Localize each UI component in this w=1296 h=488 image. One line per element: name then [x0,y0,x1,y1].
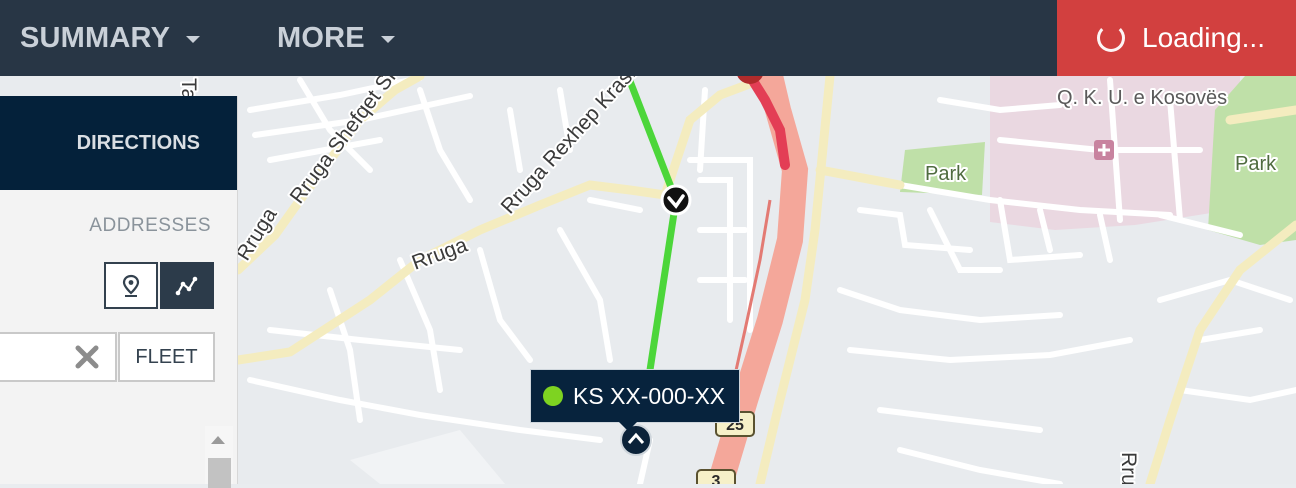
vehicle-status-dot [543,386,563,406]
poi-label: Park [925,163,967,185]
fleet-button[interactable]: FLEET [118,332,215,382]
addresses-label: ADDRESSES [89,215,211,236]
address-mode-button[interactable] [104,262,158,309]
chevron-down-icon [186,35,201,43]
spinner-icon [1097,24,1125,52]
poi-label: Q. K. U. e Kosovës [1057,87,1227,109]
clear-icon[interactable] [73,343,101,371]
vehicle-label[interactable]: KS XX-000-XX [530,369,740,423]
loading-label: Loading... [1142,22,1265,53]
more-menu[interactable]: MORE [277,0,395,76]
summary-menu[interactable]: SUMMARY [20,0,201,76]
loading-indicator: Loading... [1057,0,1296,76]
road-shield: 3 [696,469,736,484]
scrollbar[interactable] [205,426,233,488]
svg-text:3: 3 [712,473,721,484]
chevron-down-icon [380,35,395,43]
address-search-input[interactable] [0,332,117,382]
summary-menu-label: SUMMARY [20,21,171,54]
route-mode-button[interactable] [160,262,214,309]
fleet-button-label: FLEET [135,345,198,368]
direction-marker-icon[interactable] [660,184,692,216]
map-pin-icon [122,274,140,297]
poi-label: Park [1235,153,1277,175]
directions-panel: DIRECTIONS ADDRESSES FLEET [0,96,238,488]
directions-header[interactable]: DIRECTIONS [0,96,237,190]
vehicle-label-pointer [619,422,637,431]
directions-title: DIRECTIONS [76,131,200,154]
hospital-icon [1094,140,1114,160]
top-nav-bar: SUMMARY MORE Loading... [0,0,1296,76]
scroll-up-arrow-icon[interactable] [211,436,225,444]
vehicle-plate: KS XX-000-XX [573,382,726,409]
route-icon [175,276,198,295]
street-label: Rru [1117,452,1140,484]
more-menu-label: MORE [277,21,365,54]
